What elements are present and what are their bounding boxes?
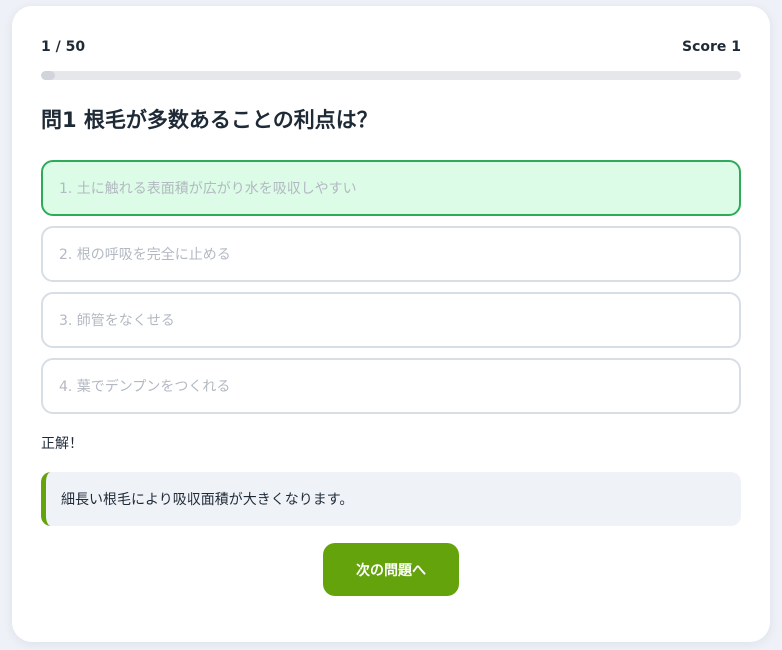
answer-option-label: 2. 根の呼吸を完全に止める <box>59 247 231 263</box>
answer-option-label: 1. 土に触れる表面積が広がり水を吸収しやすい <box>59 181 357 197</box>
explanation-box: 細長い根毛により吸収面積が大きくなります。 <box>41 472 741 526</box>
answer-option-2[interactable]: 2. 根の呼吸を完全に止める <box>41 226 741 282</box>
result-message: 正解！ <box>41 436 83 452</box>
progress-bar <box>41 71 741 80</box>
progress-bar-fill <box>41 71 55 80</box>
answer-option-1[interactable]: 1. 土に触れる表面積が広がり水を吸収しやすい <box>41 160 741 216</box>
quiz-header: 1 / 50 Score 1 <box>41 37 741 57</box>
score-label: Score 1 <box>681 39 741 55</box>
explanation-text: 細長い根毛により吸収面積が大きくなります。 <box>61 492 354 508</box>
answer-option-label: 3. 師管をなくせる <box>59 313 175 329</box>
question-title: 問1 根毛が多数あることの利点は？ <box>41 108 378 132</box>
quiz-card: 1 / 50 Score 1 問1 根毛が多数あることの利点は？ 1. 土に触れ… <box>12 6 770 642</box>
progress-counter: 1 / 50 <box>41 39 86 55</box>
answer-option-3[interactable]: 3. 師管をなくせる <box>41 292 741 348</box>
answer-option-label: 4. 葉でデンプンをつくれる <box>59 379 231 395</box>
answer-option-4[interactable]: 4. 葉でデンプンをつくれる <box>41 358 741 414</box>
next-question-button[interactable]: 次の問題へ <box>323 543 459 596</box>
